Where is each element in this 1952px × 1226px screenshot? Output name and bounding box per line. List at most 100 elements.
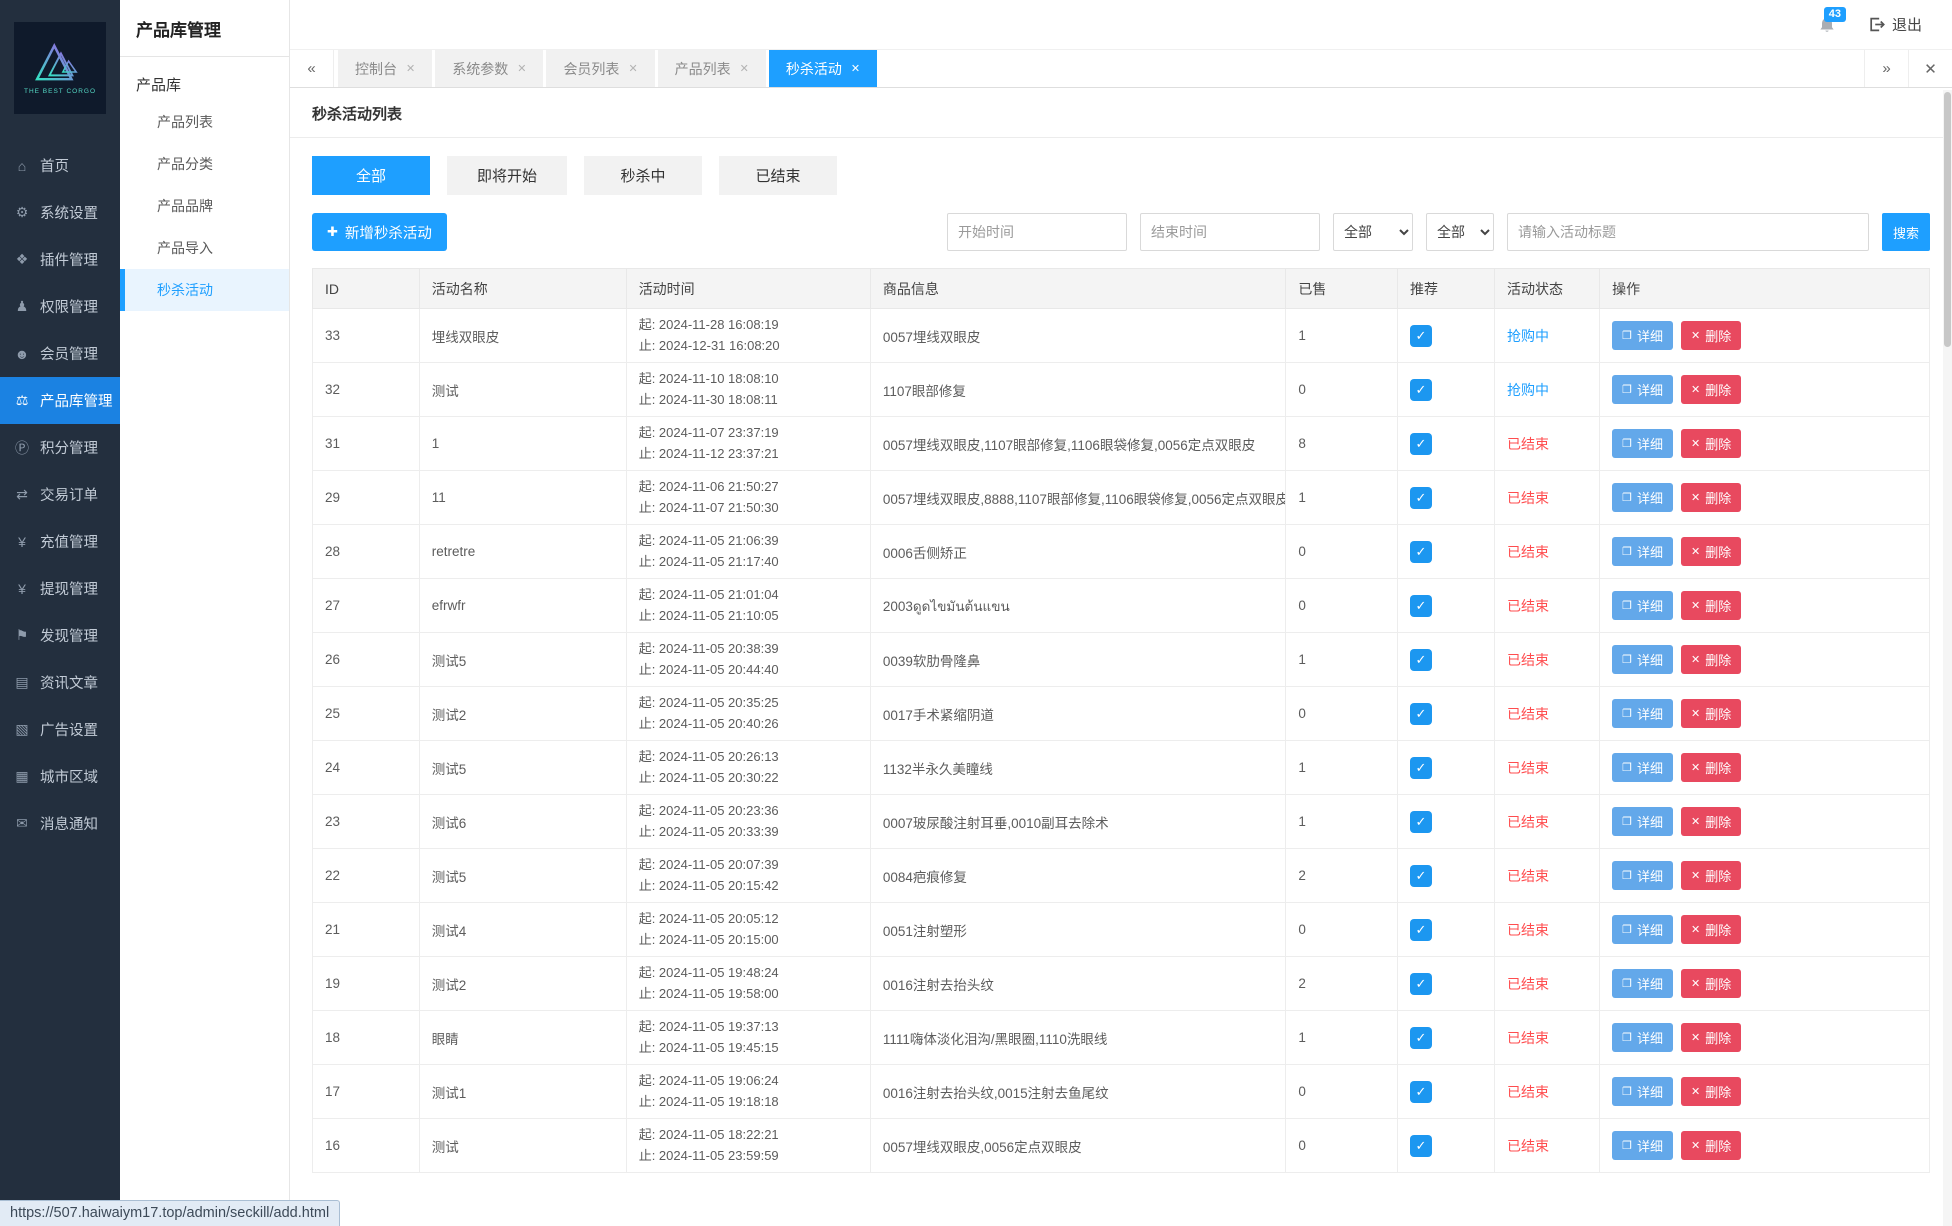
recommend-checkbox[interactable]: ✓ xyxy=(1409,702,1432,725)
tab-close-icon[interactable]: ✕ xyxy=(628,62,637,75)
delete-button[interactable]: ✕ 删除 xyxy=(1680,753,1742,782)
detail-button[interactable]: ❐ 详细 xyxy=(1612,1131,1673,1160)
submenu-item-product-list[interactable]: 产品列表 xyxy=(120,101,289,143)
tab-close-icon[interactable]: ✕ xyxy=(851,62,860,75)
tabs-scroll-right-button[interactable]: » xyxy=(1864,50,1908,87)
tabs-close-all-button[interactable]: ✕ xyxy=(1908,50,1952,87)
tab-close-icon[interactable]: ✕ xyxy=(517,62,526,75)
recommend-checkbox[interactable]: ✓ xyxy=(1409,540,1432,563)
sidebar-item-discover-manage[interactable]: ⚑ 发现管理 xyxy=(0,612,120,659)
tab-3[interactable]: 产品列表 ✕ xyxy=(657,50,766,87)
sidebar-item-city-region[interactable]: ▦ 城市区域 xyxy=(0,753,120,800)
detail-button[interactable]: ❐ 详细 xyxy=(1612,429,1673,458)
tab-4[interactable]: 秒杀活动 ✕ xyxy=(768,50,878,87)
delete-button[interactable]: ✕ 删除 xyxy=(1680,915,1742,944)
tabs-scroll-left-button[interactable]: « xyxy=(290,50,334,87)
category-select[interactable]: 全部 xyxy=(1333,213,1413,251)
delete-button[interactable]: ✕ 删除 xyxy=(1680,375,1742,404)
sidebar-item-points-manage[interactable]: Ⓟ 积分管理 xyxy=(0,424,120,471)
recommend-checkbox[interactable]: ✓ xyxy=(1409,324,1432,347)
detail-button[interactable]: ❐ 详细 xyxy=(1612,753,1673,782)
detail-button[interactable]: ❐ 详细 xyxy=(1612,591,1673,620)
detail-button[interactable]: ❐ 详细 xyxy=(1612,1023,1673,1052)
sidebar-item-withdraw-manage[interactable]: ¥ 提现管理 xyxy=(0,565,120,612)
delete-button[interactable]: ✕ 删除 xyxy=(1680,321,1742,350)
delete-button[interactable]: ✕ 删除 xyxy=(1680,591,1742,620)
end-time-input[interactable] xyxy=(1140,213,1320,251)
sidebar-item-member-manage[interactable]: ☻ 会员管理 xyxy=(0,330,120,377)
detail-button[interactable]: ❐ 详细 xyxy=(1612,321,1673,350)
tab-0[interactable]: 控制台 ✕ xyxy=(338,50,433,87)
delete-button[interactable]: ✕ 删除 xyxy=(1680,645,1742,674)
vertical-scrollbar[interactable] xyxy=(1943,90,1952,1226)
delete-button[interactable]: ✕ 删除 xyxy=(1680,483,1742,512)
start-time-input[interactable] xyxy=(947,213,1127,251)
recommend-checkbox[interactable]: ✓ xyxy=(1409,756,1432,779)
delete-label: 删除 xyxy=(1705,923,1732,938)
sidebar-item-trade-orders[interactable]: ⇄ 交易订单 xyxy=(0,471,120,518)
status-select[interactable]: 全部 xyxy=(1426,213,1494,251)
recommend-checkbox[interactable]: ✓ xyxy=(1409,864,1432,887)
cell-activity-name: 眼睛 xyxy=(418,1010,627,1065)
delete-button[interactable]: ✕ 删除 xyxy=(1680,1023,1742,1052)
submenu-item-seckill-activity[interactable]: 秒杀活动 xyxy=(120,269,289,311)
detail-button[interactable]: ❐ 详细 xyxy=(1612,375,1673,404)
tab-1[interactable]: 系统参数 ✕ xyxy=(435,50,544,87)
sidebar-item-plugin-manage[interactable]: ❖ 插件管理 xyxy=(0,236,120,283)
delete-button[interactable]: ✕ 删除 xyxy=(1680,861,1742,890)
delete-button[interactable]: ✕ 删除 xyxy=(1680,699,1742,728)
recommend-checkbox[interactable]: ✓ xyxy=(1409,648,1432,671)
delete-button[interactable]: ✕ 删除 xyxy=(1680,537,1742,566)
status-tab-0[interactable]: 全部 xyxy=(312,156,430,195)
delete-button[interactable]: ✕ 删除 xyxy=(1680,807,1742,836)
sidebar-item-news-articles[interactable]: ▤ 资讯文章 xyxy=(0,659,120,706)
sidebar-item-ad-settings[interactable]: ▧ 广告设置 xyxy=(0,706,120,753)
detail-button[interactable]: ❐ 详细 xyxy=(1612,537,1673,566)
detail-button[interactable]: ❐ 详细 xyxy=(1612,915,1673,944)
detail-button[interactable]: ❐ 详细 xyxy=(1612,1077,1673,1106)
detail-button[interactable]: ❐ 详细 xyxy=(1612,699,1673,728)
recommend-checkbox[interactable]: ✓ xyxy=(1409,378,1432,401)
submenu-item-product-category[interactable]: 产品分类 xyxy=(120,143,289,185)
tab-close-icon[interactable]: ✕ xyxy=(740,62,749,75)
detail-button[interactable]: ❐ 详细 xyxy=(1612,807,1673,836)
recommend-checkbox[interactable]: ✓ xyxy=(1409,1026,1432,1049)
recommend-checkbox[interactable]: ✓ xyxy=(1409,918,1432,941)
sidebar-item-message-notify[interactable]: ✉ 消息通知 xyxy=(0,800,120,847)
logout-button[interactable]: 退出 xyxy=(1868,14,1922,35)
delete-button[interactable]: ✕ 删除 xyxy=(1680,1131,1742,1160)
detail-button[interactable]: ❐ 详细 xyxy=(1612,969,1673,998)
sidebar-item-product-library[interactable]: ⚖ 产品库管理 xyxy=(0,377,120,424)
recommend-checkbox[interactable]: ✓ xyxy=(1409,810,1432,833)
status-tab-1[interactable]: 即将开始 xyxy=(447,156,568,195)
table-row: 27 efrwfr 起: 2024-11-05 21:01:04 止: 2024-11… xyxy=(312,578,1930,633)
status-tab-2[interactable]: 秒杀中 xyxy=(584,156,703,195)
submenu-item-product-brand[interactable]: 产品品牌 xyxy=(120,185,289,227)
delete-button[interactable]: ✕ 删除 xyxy=(1680,1077,1742,1106)
recommend-checkbox[interactable]: ✓ xyxy=(1409,486,1432,509)
sidebar-item-permission-manage[interactable]: ♟ 权限管理 xyxy=(0,283,120,330)
submenu-item-product-import[interactable]: 产品导入 xyxy=(120,227,289,269)
recommend-checkbox[interactable]: ✓ xyxy=(1409,1080,1432,1103)
recommend-checkbox[interactable]: ✓ xyxy=(1409,432,1432,455)
delete-button[interactable]: ✕ 删除 xyxy=(1680,969,1742,998)
recommend-checkbox[interactable]: ✓ xyxy=(1409,594,1432,617)
recommend-checkbox[interactable]: ✓ xyxy=(1409,1134,1432,1157)
search-button[interactable]: 搜索 xyxy=(1882,213,1930,251)
scrollbar-thumb[interactable] xyxy=(1944,92,1951,347)
activity-title-input[interactable] xyxy=(1507,213,1869,251)
tab-close-icon[interactable]: ✕ xyxy=(406,62,415,75)
submenu-section-label[interactable]: 产品库 xyxy=(120,57,289,101)
detail-button[interactable]: ❐ 详细 xyxy=(1612,861,1673,890)
notifications-button[interactable]: 43 xyxy=(1818,6,1846,35)
recommend-checkbox[interactable]: ✓ xyxy=(1409,972,1432,995)
detail-button[interactable]: ❐ 详细 xyxy=(1612,483,1673,512)
delete-button[interactable]: ✕ 删除 xyxy=(1680,429,1742,458)
status-tab-3[interactable]: 已结束 xyxy=(719,156,838,195)
detail-button[interactable]: ❐ 详细 xyxy=(1612,645,1673,674)
sidebar-item-system-settings[interactable]: ⚙ 系统设置 xyxy=(0,189,120,236)
tab-2[interactable]: 会员列表 ✕ xyxy=(546,50,655,87)
sidebar-item-recharge-manage[interactable]: ¥ 充值管理 xyxy=(0,518,120,565)
sidebar-item-home[interactable]: ⌂ 首页 xyxy=(0,142,120,189)
add-seckill-button[interactable]: ✚ 新增秒杀活动 xyxy=(312,213,447,251)
